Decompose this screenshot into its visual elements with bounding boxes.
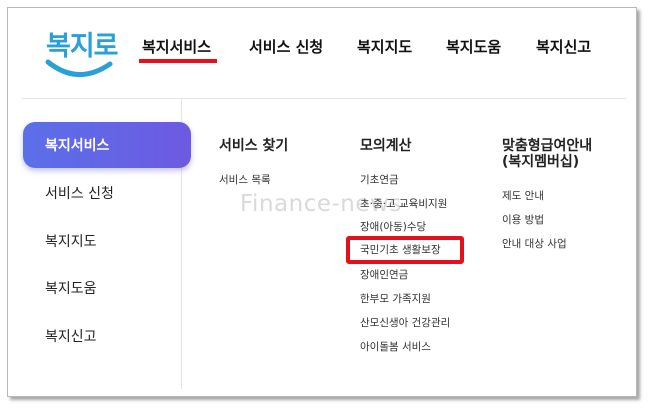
column-heading-welfare-membership: (복지멤버십) [502,154,580,170]
column-heading-service-search: 서비스 찾기 [219,138,289,154]
column-heading-custom-benefits: 맞춤형급여안내 [502,138,593,154]
link-education-support[interactable]: 초·중·고 교육비지원 [360,196,447,211]
sidebar-item-welfare-map[interactable]: 복지지도 [23,218,191,264]
sidebar-item-welfare-report[interactable]: 복지신고 [23,313,191,359]
logo-smile-icon [45,59,113,77]
topnav-item-welfare-map[interactable]: 복지지도 [357,36,412,57]
link-child-care-service[interactable]: 아이돌봄 서비스 [360,339,431,354]
column-heading-mock-calculation: 모의계산 [360,138,412,154]
link-basic-livelihood-security[interactable]: 국민기초 생활보장 [360,242,441,257]
sidebar-item-welfare-help[interactable]: 복지도움 [23,265,191,311]
topnav-item-welfare-report[interactable]: 복지신고 [536,36,591,57]
sidebar-item-welfare-services[interactable]: 복지서비스 [23,122,191,168]
link-single-parent-support[interactable]: 한부모 가족지원 [360,291,431,306]
header-divider [22,98,626,99]
link-disability-pension[interactable]: 장애인연금 [360,267,408,282]
topnav-item-welfare-services[interactable]: 복지서비스 [142,36,211,57]
page-frame: 복지로 복지서비스 서비스 신청 복지지도 복지도움 복지신고 복지서비스 서비… [7,7,637,397]
link-target-programs[interactable]: 안내 대상 사업 [502,236,567,251]
logo[interactable]: 복지로 [44,22,119,88]
link-basic-pension[interactable]: 기초연금 [360,172,399,187]
link-how-to-use[interactable]: 이용 방법 [502,212,544,227]
link-disability-allowance[interactable]: 장애(아동)수당 [360,219,426,234]
sidebar-item-service-application[interactable]: 서비스 신청 [23,170,191,216]
link-service-list[interactable]: 서비스 목록 [219,172,271,187]
link-maternal-newborn-care[interactable]: 산모신생아 건강관리 [360,315,450,330]
topnav-item-welfare-help[interactable]: 복지도움 [446,36,501,57]
topnav-active-underline [139,59,217,63]
link-system-guide[interactable]: 제도 안내 [502,188,544,203]
topnav-item-service-application[interactable]: 서비스 신청 [249,36,323,57]
